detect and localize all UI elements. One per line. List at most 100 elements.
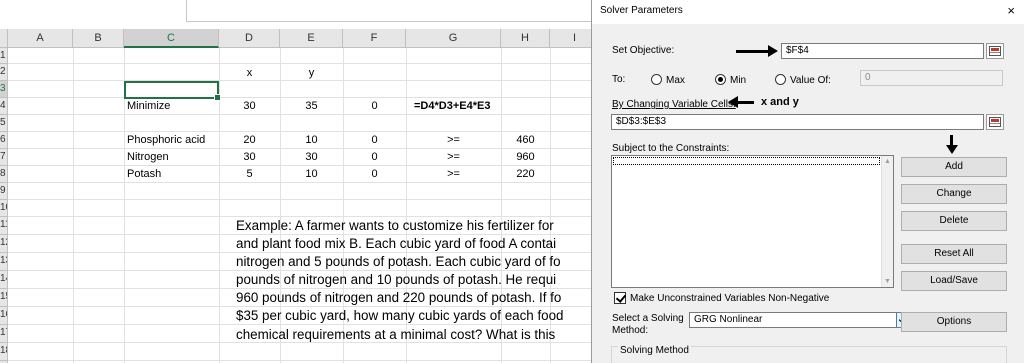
row-header-16[interactable]: 16 xyxy=(0,307,8,325)
scroll-down-icon[interactable]: ▼ xyxy=(884,278,891,285)
close-icon[interactable]: × xyxy=(1007,3,1015,19)
solver-parameters-dialog: Solver Parameters × Set Objective: $F$4 … xyxy=(591,0,1024,363)
row-header-10[interactable]: 10 xyxy=(0,200,8,217)
active-cell-c3[interactable] xyxy=(124,81,221,101)
cell-g4[interactable]: =D4*D3+E4*E3 xyxy=(414,98,534,115)
cell-c7[interactable]: Nitrogen xyxy=(127,149,219,166)
arrow-right-icon xyxy=(736,45,778,57)
change-button[interactable]: Change xyxy=(901,184,1007,204)
row-header-8[interactable]: 8 xyxy=(0,166,8,183)
column-header-b[interactable]: B xyxy=(73,29,124,48)
column-header-g[interactable]: G xyxy=(406,29,501,48)
cell-g8[interactable]: >= xyxy=(406,166,501,183)
radio-value-of-label[interactable]: Value Of: xyxy=(790,75,831,86)
collapse-dialog-objective-button[interactable] xyxy=(986,43,1004,59)
row-header-13[interactable]: 13 xyxy=(0,253,8,271)
solving-method-group-label: Solving Method xyxy=(618,345,691,356)
column-header-c[interactable]: C xyxy=(124,29,219,48)
radio-min-label[interactable]: Min xyxy=(730,75,746,86)
row-header-15[interactable]: 15 xyxy=(0,289,8,307)
cell-f6[interactable]: 0 xyxy=(343,132,406,149)
row-header-5[interactable]: 5 xyxy=(0,115,8,132)
row-header-11[interactable]: 11 xyxy=(0,217,8,235)
constraints-list[interactable]: ▲ ▼ xyxy=(611,155,894,288)
gridline xyxy=(8,360,600,361)
load-save-button[interactable]: Load/Save xyxy=(901,271,1007,291)
value-of-field[interactable]: 0 xyxy=(860,70,1003,86)
nonneg-checkbox[interactable] xyxy=(614,292,626,304)
cell-e4[interactable]: 35 xyxy=(280,98,343,115)
row-header-14[interactable]: 14 xyxy=(0,271,8,289)
formula-bar[interactable] xyxy=(186,0,600,22)
cell-h7[interactable]: 960 xyxy=(501,149,550,166)
cell-g6[interactable]: >= xyxy=(406,132,501,149)
arrow-down-icon xyxy=(946,135,958,155)
cell-c4[interactable]: Minimize xyxy=(127,98,219,115)
nonneg-label[interactable]: Make Unconstrained Variables Non-Negativ… xyxy=(630,293,829,304)
collapse-dialog-changing-cells-button[interactable] xyxy=(986,114,1004,130)
column-header-h[interactable]: H xyxy=(501,29,550,48)
column-header-f[interactable]: F xyxy=(343,29,406,48)
dialog-title: Solver Parameters xyxy=(600,5,683,16)
add-button[interactable]: Add xyxy=(901,157,1007,177)
cell-d2[interactable]: x xyxy=(219,65,280,82)
cell-d4[interactable]: 30 xyxy=(219,98,280,115)
gridline xyxy=(73,48,74,363)
example-line: 960 pounds of nitrogen and 220 pounds of… xyxy=(236,290,562,306)
radio-min[interactable] xyxy=(715,74,726,85)
constraints-scrollbar[interactable]: ▲ ▼ xyxy=(881,156,893,287)
select-all-corner[interactable] xyxy=(0,29,8,48)
cell-h8[interactable]: 220 xyxy=(501,166,550,183)
example-line: chemical requirements at a minimal cost?… xyxy=(236,326,556,342)
radio-max[interactable] xyxy=(651,74,662,85)
row-header-3[interactable]: 3 xyxy=(0,81,8,98)
row-header-18[interactable]: 18 xyxy=(0,343,8,361)
row-header-7[interactable]: 7 xyxy=(0,149,8,166)
radio-value-of[interactable] xyxy=(775,74,786,85)
column-header-a[interactable]: A xyxy=(8,29,73,48)
row-header-9[interactable]: 9 xyxy=(0,183,8,200)
column-header-e[interactable]: E xyxy=(280,29,343,48)
column-header-d[interactable]: D xyxy=(219,29,280,48)
row-header-4[interactable]: 4 xyxy=(0,98,8,115)
cell-f7[interactable]: 0 xyxy=(343,149,406,166)
changing-cells-label: By Changing Variable Cells: xyxy=(612,99,736,110)
cell-d7[interactable]: 30 xyxy=(219,149,280,166)
example-line: $35 per cubic yard, how many cubic yards… xyxy=(236,308,564,324)
reset-all-button[interactable]: Reset All xyxy=(901,244,1007,264)
spreadsheet: A B C D E F G H I 1234567891011121314151… xyxy=(0,0,600,363)
row-header-1[interactable]: 1 xyxy=(0,48,8,64)
row-header-2[interactable]: 2 xyxy=(0,64,8,81)
cell-f4[interactable]: 0 xyxy=(343,98,406,115)
example-line: Example: A farmer wants to customize his… xyxy=(236,218,554,233)
row-header-6[interactable]: 6 xyxy=(0,132,8,149)
cell-d6[interactable]: 20 xyxy=(219,132,280,149)
dialog-titlebar[interactable]: Solver Parameters × xyxy=(592,0,1024,24)
row-header-17[interactable]: 17 xyxy=(0,325,8,343)
delete-button[interactable]: Delete xyxy=(901,211,1007,231)
cell-e8[interactable]: 10 xyxy=(280,166,343,183)
cell-h6[interactable]: 460 xyxy=(501,132,550,149)
cell-f8[interactable]: 0 xyxy=(343,166,406,183)
cell-e6[interactable]: 10 xyxy=(280,132,343,149)
constraints-label: Subject to the Constraints: xyxy=(612,143,730,154)
solving-method-group: Solving Method xyxy=(611,345,1007,363)
changing-cells-field[interactable]: $D$3:$E$3 xyxy=(611,114,984,130)
range-select-icon xyxy=(989,117,1001,127)
row-header-12[interactable]: 12 xyxy=(0,235,8,253)
cell-g7[interactable]: >= xyxy=(406,149,501,166)
xy-annotation: x and y xyxy=(761,96,799,108)
set-objective-label: Set Objective: xyxy=(612,45,675,56)
example-problem-textbox: Example: A farmer wants to customize his… xyxy=(236,217,600,344)
solving-method-select[interactable]: GRG Nonlinear xyxy=(689,312,911,328)
options-button[interactable]: Options xyxy=(901,312,1007,332)
scroll-up-icon[interactable]: ▲ xyxy=(884,158,891,165)
cell-c8[interactable]: Potash xyxy=(127,166,219,183)
radio-max-label[interactable]: Max xyxy=(666,75,685,86)
cell-e7[interactable]: 30 xyxy=(280,149,343,166)
objective-field[interactable]: $F$4 xyxy=(781,43,984,59)
cell-d8[interactable]: 5 xyxy=(219,166,280,183)
solving-method-label: Select a Solving xyxy=(612,313,684,324)
cell-e2[interactable]: y xyxy=(280,65,343,82)
cell-c6[interactable]: Phosphoric acid xyxy=(127,132,219,149)
